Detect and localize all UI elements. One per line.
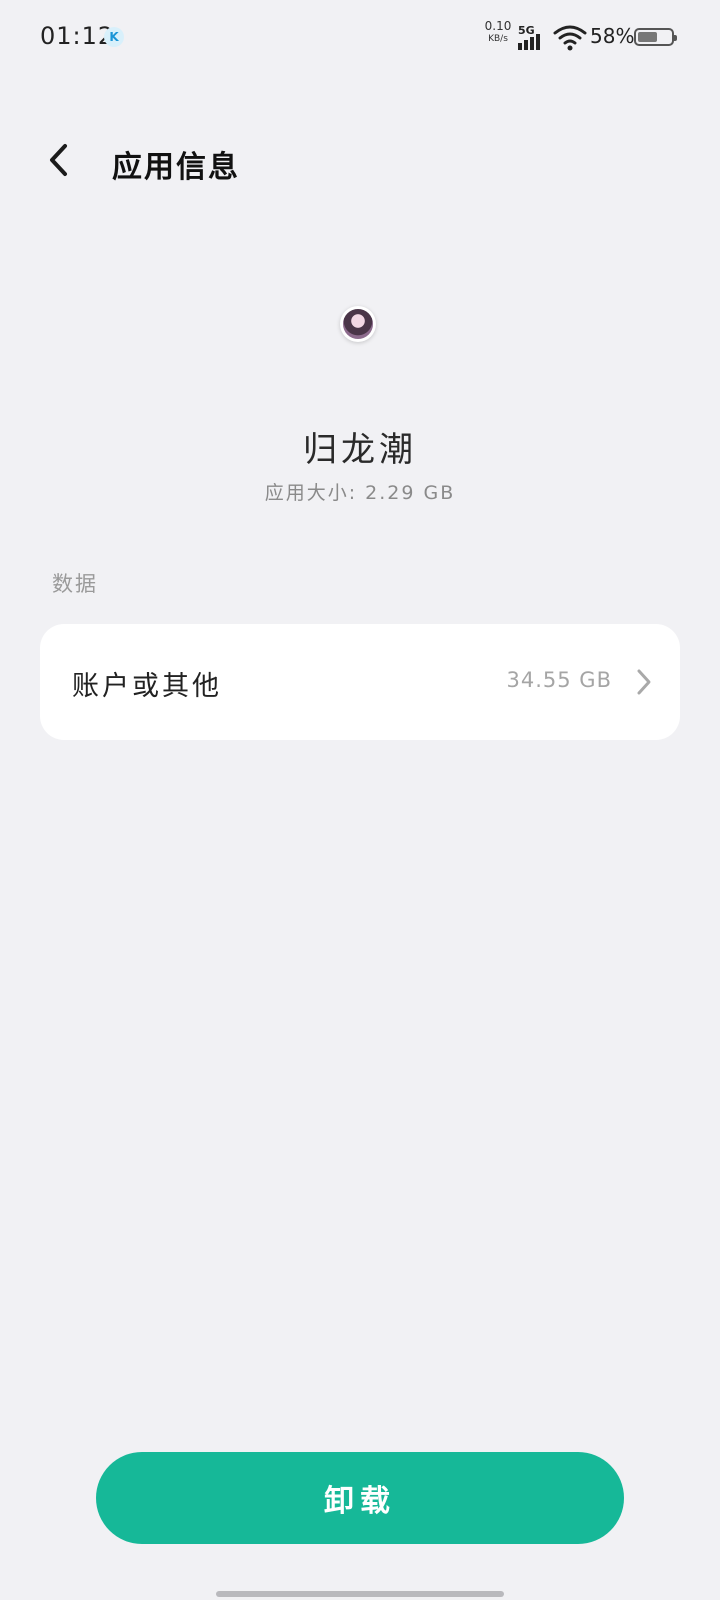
row-label: 账户或其他	[72, 671, 222, 702]
app-notification-icon: K	[104, 27, 124, 47]
battery-icon	[634, 28, 677, 46]
page-title: 应用信息	[112, 150, 240, 185]
section-label-data: 数据	[52, 572, 98, 596]
row-value: 34.55 GB	[506, 668, 612, 692]
network-speed-unit: KB/s	[488, 34, 508, 44]
status-bar: 01:12 K 0.10 KB/s 5G 58%	[0, 0, 720, 78]
network-speed: 0.10 KB/s	[480, 20, 516, 46]
account-or-other-row[interactable]: 账户或其他 34.55 GB	[40, 624, 680, 740]
battery-percent: 58%	[590, 24, 635, 48]
app-size: 应用大小: 2.29 GB	[264, 482, 456, 504]
network-speed-value: 0.10	[484, 19, 512, 33]
chevron-right-icon	[637, 669, 651, 695]
wifi-icon	[553, 25, 587, 51]
header: 应用信息	[0, 130, 720, 190]
battery-level-fill	[638, 32, 657, 42]
app-icon	[343, 309, 373, 339]
cellular-signal-icon: 5G	[518, 24, 548, 52]
uninstall-button[interactable]: 卸载	[96, 1452, 624, 1544]
home-indicator[interactable]	[216, 1591, 504, 1597]
app-name: 归龙潮	[303, 430, 417, 470]
chevron-left-icon[interactable]	[40, 140, 80, 180]
network-type: 5G	[518, 24, 535, 37]
